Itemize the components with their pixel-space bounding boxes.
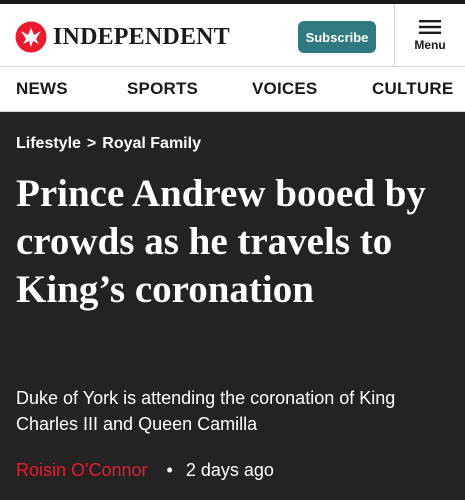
breadcrumb: Lifestyle > Royal Family	[16, 133, 201, 155]
hamburger-icon	[419, 19, 441, 34]
nav-item-news[interactable]: NEWS	[16, 67, 68, 111]
breadcrumb-link-royal-family[interactable]: Royal Family	[102, 133, 201, 155]
site-header: INDEPENDENT Subscribe Menu	[0, 0, 465, 67]
logo-text: INDEPENDENT	[53, 24, 230, 50]
article-standfirst: Duke of York is attending the coronation…	[16, 388, 396, 434]
byline-separator: •	[166, 460, 173, 480]
eagle-icon	[15, 21, 47, 53]
section-nav: NEWS SPORTS VOICES CULTURE	[0, 67, 465, 112]
nav-item-sports[interactable]: SPORTS	[127, 67, 198, 111]
breadcrumb-link-lifestyle[interactable]: Lifestyle	[16, 133, 81, 155]
subscribe-button[interactable]: Subscribe	[298, 21, 376, 53]
nav-item-culture[interactable]: CULTURE	[372, 67, 453, 111]
menu-label: Menu	[414, 37, 446, 52]
published-time: 2 days ago	[185, 460, 274, 480]
site-logo[interactable]: INDEPENDENT	[15, 21, 230, 53]
author-link[interactable]: Roisin O'Connor	[16, 457, 148, 483]
breadcrumb-separator: >	[86, 135, 97, 152]
article-headline: Prince Andrew booed by crowds as he trav…	[16, 172, 426, 311]
byline: Roisin O'Connor • 2 days ago	[16, 457, 274, 483]
nav-item-voices[interactable]: VOICES	[252, 67, 317, 111]
menu-button[interactable]: Menu	[395, 4, 465, 67]
